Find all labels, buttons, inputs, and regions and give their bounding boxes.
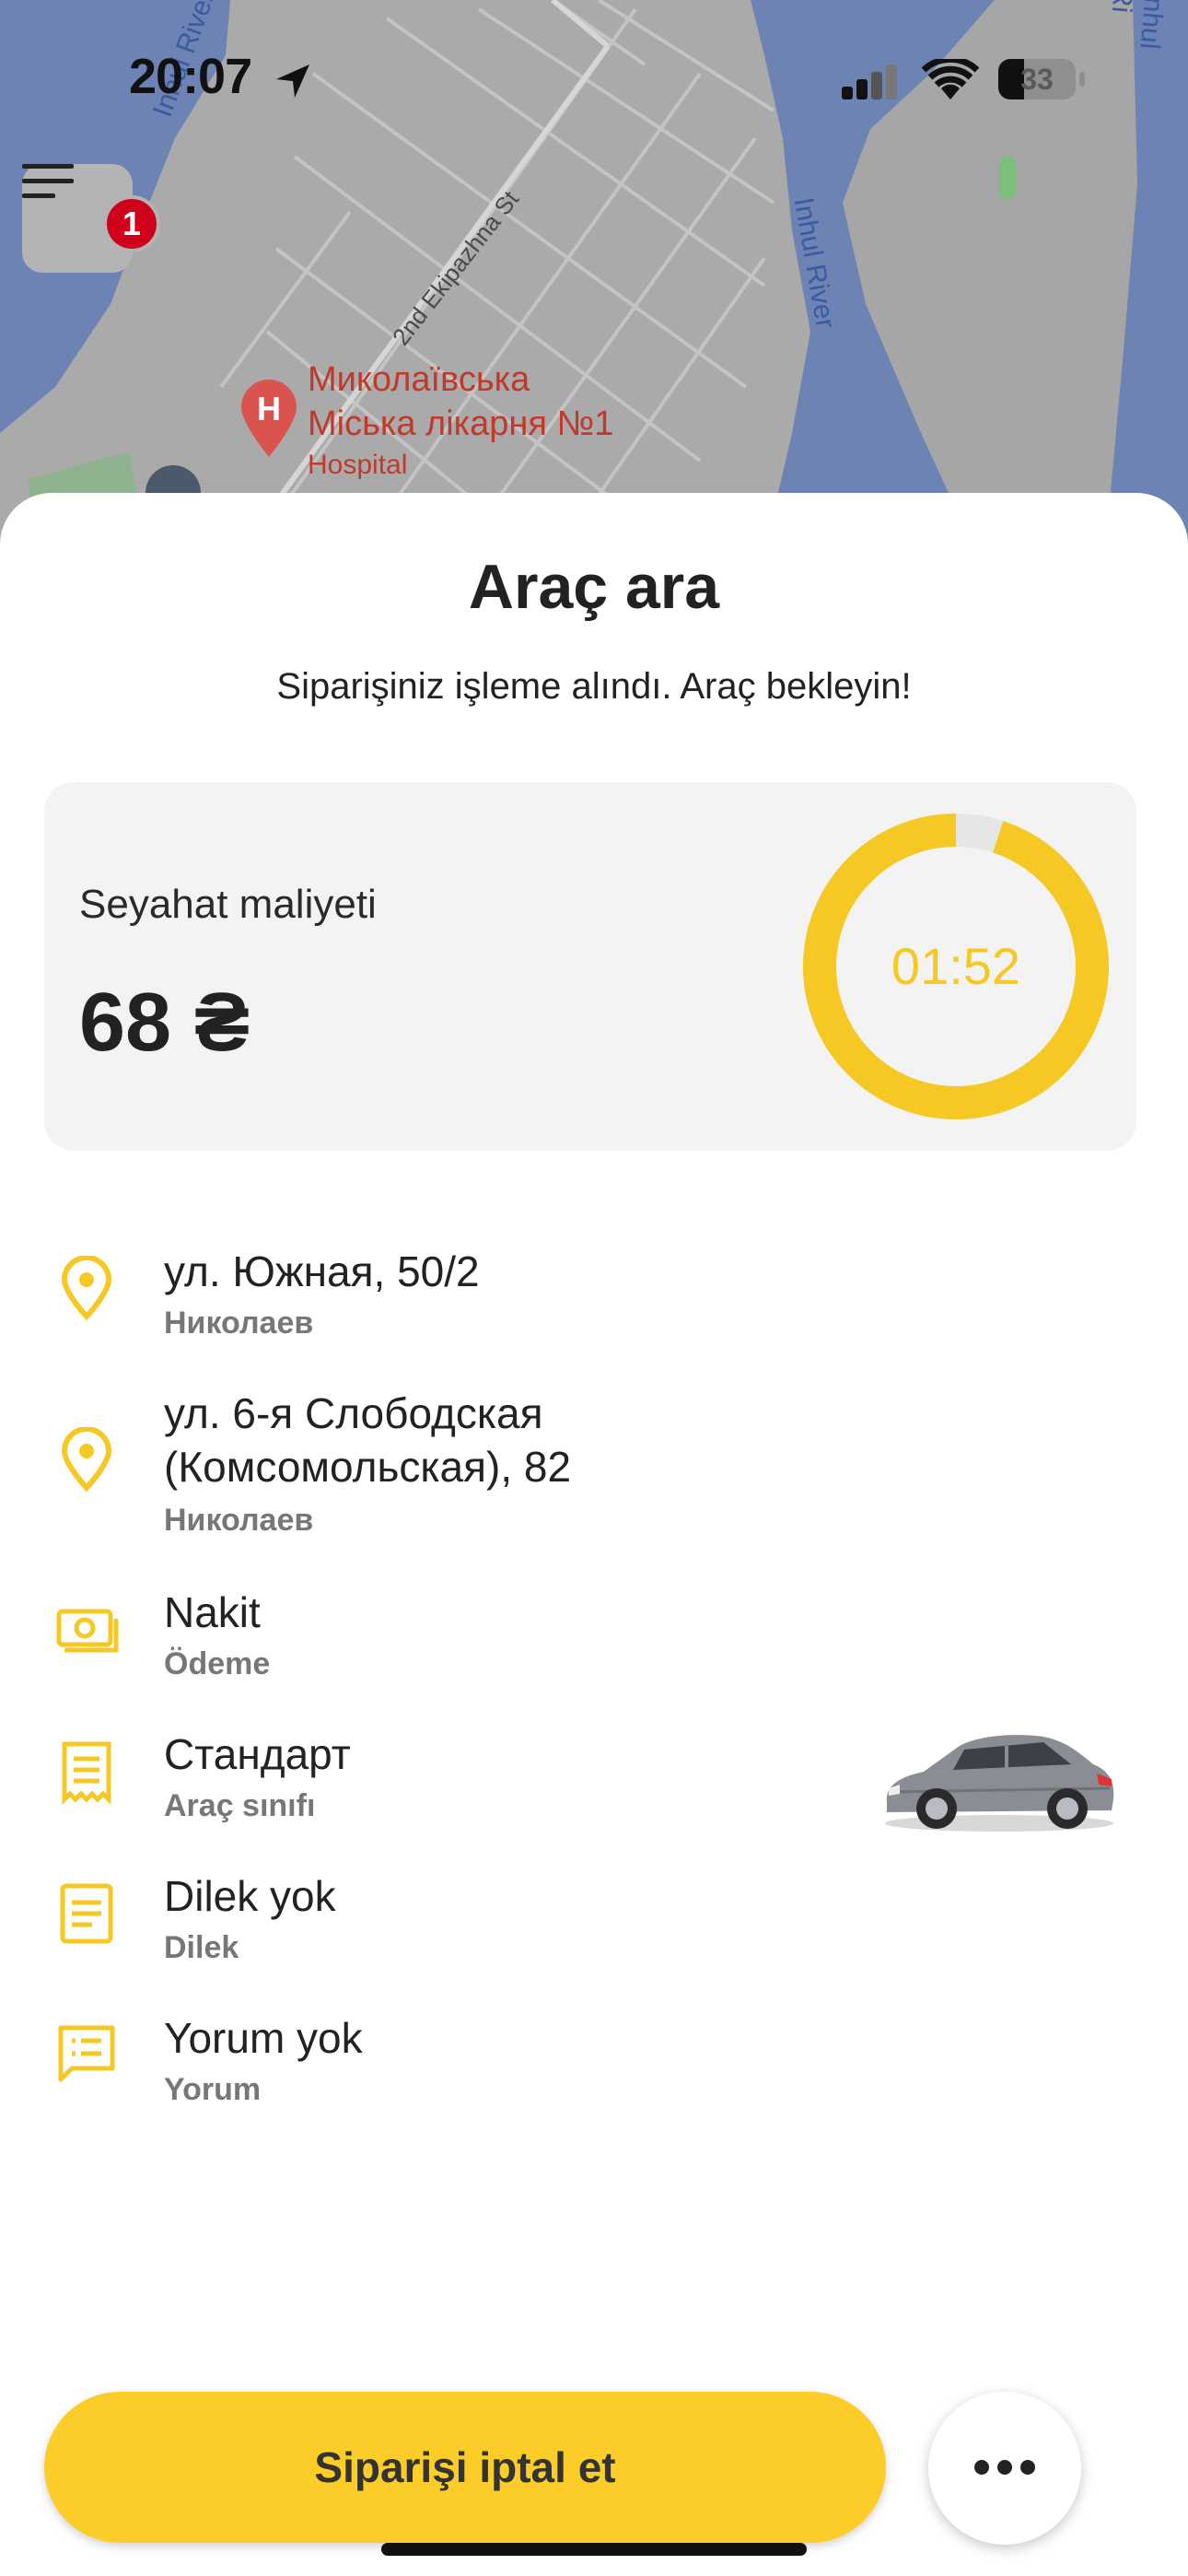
hospital-name-line1: Миколаївська — [308, 360, 530, 399]
status-time: 20:07 — [129, 49, 252, 104]
car-image — [885, 1735, 1114, 1832]
wishes-value: Dilek yok — [164, 1872, 336, 1920]
battery-level: 33 — [1020, 63, 1054, 96]
notification-badge: 1 — [103, 195, 160, 252]
map-view[interactable]: Inhul River 2nd Ekipazhna St Inhul River… — [0, 0, 1188, 553]
wishes-row[interactable]: Dilek yok Dilek — [0, 1869, 1188, 1965]
more-dots-icon — [974, 2459, 1035, 2475]
vehicle-class-label: Araç sınıfı — [164, 1788, 316, 1823]
receipt-icon — [62, 1741, 111, 1805]
comment-value: Yorum yok — [164, 2014, 363, 2062]
destination-city: Николаев — [164, 1503, 314, 1538]
document-icon — [60, 1883, 113, 1944]
cost-label: Seyahat maliyeti — [79, 882, 377, 927]
location-pin-icon — [61, 1256, 112, 1321]
cash-icon — [56, 1609, 119, 1653]
order-sheet: Araç ara Siparişiniz işleme alındı. Araç… — [0, 493, 1188, 2576]
payment-row[interactable]: Nakit Ödeme — [0, 1586, 1188, 1681]
cost-value: 68 ₴ — [79, 977, 250, 1069]
payment-label: Ödeme — [164, 1646, 271, 1681]
more-options-button[interactable] — [928, 2392, 1081, 2545]
wifi-icon — [921, 59, 980, 100]
pickup-address: ул. Южная, 50/2 — [164, 1247, 480, 1295]
timer-value: 01:52 — [891, 937, 1021, 995]
menu-icon — [22, 164, 74, 198]
pickup-city: Николаев — [164, 1306, 314, 1341]
payment-method: Nakit — [164, 1588, 261, 1636]
comment-row[interactable]: Yorum yok Yorum — [0, 2011, 1188, 2107]
hospital-name-line2: Міська лікарня №1 — [308, 404, 614, 443]
hospital-marker-icon[interactable]: H — [238, 378, 300, 459]
destination-address-line1: ул. 6-я Слободская — [164, 1389, 543, 1437]
location-arrow-icon — [276, 64, 309, 98]
svg-text:H: H — [257, 390, 281, 427]
status-bar: 20:07 33 — [0, 0, 1188, 138]
comment-label: Yorum — [164, 2072, 262, 2107]
sheet-subtitle: Siparişiniz işleme alındı. Araç bekleyin… — [276, 666, 912, 707]
cellular-signal-icon — [842, 64, 897, 100]
pickup-address-row[interactable]: ул. Южная, 50/2 Николаев — [0, 1245, 1188, 1341]
cost-card: Seyahat maliyeti 68 ₴ 01:52 — [44, 782, 1136, 1151]
hospital-type: Hospital — [308, 450, 408, 480]
vehicle-class: Стандарт — [164, 1730, 351, 1778]
comment-icon — [58, 2025, 115, 2082]
battery-icon: 33 — [998, 59, 1076, 100]
battery-cap — [1079, 72, 1085, 87]
wishes-label: Dilek — [164, 1930, 239, 1965]
hospital-name: Миколаївська Міська лікарня №1 — [308, 357, 613, 446]
sheet-title: Araç ara — [468, 552, 720, 622]
destination-address-line2: (Комсомольская), 82 — [164, 1443, 572, 1491]
cancel-order-button[interactable]: Siparişi iptal et — [44, 2392, 886, 2543]
home-indicator — [381, 2543, 807, 2556]
destination-address-row[interactable]: ул. 6-я Слободская (Комсомольская), 82 Н… — [0, 1387, 1188, 1538]
location-pin-icon — [61, 1427, 112, 1493]
